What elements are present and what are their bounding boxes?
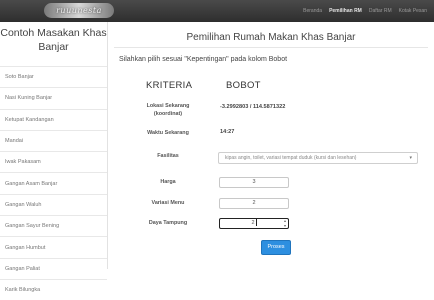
sidebar-item-soto-banjar[interactable]: Soto Banjar: [0, 66, 107, 87]
waktu-label: Waktu Sekarang: [147, 130, 189, 136]
top-navbar: ruuunesta Beranda Pemilihan RM Daftar RM…: [0, 0, 434, 22]
sidebar: Contoh Masakan Khas Banjar Soto Banjar N…: [0, 22, 108, 293]
kriteria-header: KRITERIA: [146, 80, 193, 91]
number-spinner-icon[interactable]: ▴ ▾: [284, 218, 286, 228]
lokasi-value: -3.2992803 / 114.5871322: [220, 104, 286, 110]
daya-tampung-value: 2: [251, 220, 255, 226]
variasi-menu-label: Variasi Menu: [151, 200, 185, 206]
nav-daftar-rm[interactable]: Daftar RM: [369, 8, 392, 14]
sidebar-item-karik-bilungka[interactable]: Karik Bilungka: [0, 278, 107, 300]
daya-tampung-input[interactable]: 2 ▴ ▾: [219, 218, 289, 229]
sidebar-list: Soto Banjar Nasi Kuning Banjar Ketupat K…: [0, 66, 107, 300]
daya-tampung-label: Daya Tampung: [148, 220, 188, 226]
sidebar-item-gangan-asam-banjar[interactable]: Gangan Asam Banjar: [0, 172, 107, 193]
main-nav: Beranda Pemilihan RM Daftar RM Kotak Pes…: [303, 0, 434, 22]
logo-text: ruuunesta: [56, 6, 102, 15]
nav-beranda[interactable]: Beranda: [303, 8, 322, 14]
nav-kotak-pesan[interactable]: Kotak Pesan: [399, 8, 427, 14]
variasi-menu-input[interactable]: 2: [219, 198, 289, 209]
sidebar-item-gangan-sayur-bening[interactable]: Gangan Sayur Bening: [0, 215, 107, 236]
instruction-text: Silahkan pilih sesuai "Kepentingan" pada…: [119, 56, 288, 63]
fasilitas-selected-value: kipas angin, toilet, variasi tempat dudu…: [225, 155, 357, 161]
waktu-value: 14:27: [220, 129, 235, 135]
page-title: Pemilihan Rumah Makan Khas Banjar: [186, 32, 356, 43]
nav-pemilihan-rm[interactable]: Pemilihan RM: [329, 8, 362, 14]
chevron-down-icon: ▾: [409, 155, 412, 161]
sidebar-item-iwak-pakasam[interactable]: Iwak Pakasam: [0, 151, 107, 172]
sidebar-item-gangan-humbut[interactable]: Gangan Humbut: [0, 236, 107, 257]
main-content: Pemilihan Rumah Makan Khas Banjar Silahk…: [108, 22, 434, 269]
title-divider: [114, 47, 428, 48]
harga-input[interactable]: 3: [219, 177, 289, 188]
sidebar-item-ketupat-kandangan[interactable]: Ketupat Kandangan: [0, 108, 107, 130]
lokasi-label: Lokasi Sekarang (koordinat): [146, 103, 190, 117]
sidebar-item-gangan-paliat[interactable]: Gangan Paliat: [0, 257, 107, 279]
sidebar-item-nasi-kuning-banjar[interactable]: Nasi Kuning Banjar: [0, 87, 107, 108]
sidebar-item-mandai[interactable]: Mandai: [0, 129, 107, 151]
fasilitas-select[interactable]: kipas angin, toilet, variasi tempat dudu…: [218, 152, 418, 164]
bobot-header: BOBOT: [226, 80, 261, 91]
site-logo[interactable]: ruuunesta: [44, 3, 114, 18]
proses-button[interactable]: Proses: [261, 240, 291, 255]
fasilitas-label: Fasilitas: [157, 153, 179, 159]
text-cursor: [255, 219, 257, 227]
sidebar-item-gangan-waluh[interactable]: Gangan Waluh: [0, 193, 107, 215]
harga-label: Harga: [160, 179, 176, 185]
sidebar-title: Contoh Masakan Khas Banjar: [0, 27, 107, 53]
